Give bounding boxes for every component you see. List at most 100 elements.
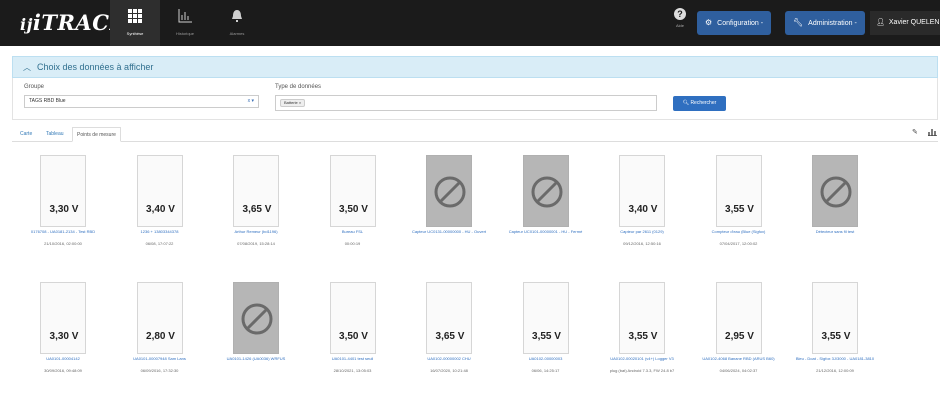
measurement-point-name[interactable]: Capteur UC0131-00000000 - HU - Ouvert [404,229,494,234]
measurement-point-name[interactable]: 1236 + 13803344378 [115,229,205,234]
nav-label: Alarmes [229,31,245,36]
configuration-menu-button[interactable]: ⚙ Configuration - [697,11,772,35]
data-selection-header[interactable]: ︿ Choix des données à afficher [12,56,938,78]
ban-icon [819,175,853,209]
measurement-point-name[interactable]: Bureau FSL [308,229,398,234]
measurement-point-name[interactable]: UA0101-00004142 [18,356,108,361]
battery-voltage: 3,55 V [725,204,754,215]
administration-menu-button[interactable]: 🔧︎ Administration - [785,11,865,35]
last-update-date: 21/12/2016, 12:00:09 [816,368,854,373]
sensor-thumbnail[interactable]: 2,80 V [136,282,183,354]
user-menu-button[interactable]: 👤︎ Xavier QUELEN [870,11,940,35]
measurement-point-name[interactable]: Arthur Remeur (bd1196) [211,229,301,234]
last-update-date: 30/09/2016, 09:48:09 [44,368,82,373]
ban-icon [530,175,564,209]
sensor-thumbnail[interactable]: 3,55 V [715,155,762,227]
view-tabs: Carte Tableau Points de mesure [12,124,938,142]
sensor-thumbnail[interactable]: 3,50 V [329,282,376,354]
data-type-select[interactable]: Batterie × [275,95,657,111]
sensor-thumbnail[interactable]: 3,55 V [812,282,858,354]
unavailable-thumbnail[interactable] [812,155,858,227]
nav-label: Synthèse [126,31,144,36]
help-button[interactable]: ? Aide [670,8,690,28]
chevron-up-icon: ︿ [23,63,31,72]
last-update-date: 00:00:19 [344,241,361,246]
battery-voltage: 3,30 V [49,331,79,342]
logo-prefix: ij [20,15,33,34]
grid-icon [110,9,160,27]
ban-icon [240,302,274,336]
sensor-thumbnail[interactable]: 3,55 V [522,282,569,354]
sensor-thumbnail[interactable]: 3,30 V [40,282,86,354]
last-update-date: 04/06/2024, 04:02:37 [719,368,758,373]
bar-chart-icon[interactable] [928,128,937,138]
battery-voltage: 3,65 V [242,204,272,215]
top-navbar: ijiTRACK Synthèse Historique Alarmes ? A… [0,0,940,46]
measurement-point-name[interactable]: Capteur par 2611 (0129) [597,229,687,234]
nav-item-historique[interactable]: Historique [160,0,210,46]
measurement-point-name[interactable]: UA0102-4068 Banane RBD (ARUS B60) [694,356,784,361]
question-icon: ? [674,8,686,20]
nav-item-synthese[interactable]: Synthèse [110,0,160,46]
last-update-date: 09/12/2016, 12:50:16 [623,241,661,246]
configuration-label: Configuration - [717,20,764,27]
measurement-point-name[interactable]: Compteur d'eau (Blue (Sigfox) [694,229,784,234]
sensor-thumbnail[interactable]: 3,65 V [233,155,279,227]
last-update-date: 28/10/2021, 13:05:03 [333,368,372,373]
ban-icon [433,175,467,209]
chart-icon [160,9,210,27]
group-select-controls[interactable]: x ▾ [248,96,254,107]
battery-voltage: 3,40 V [628,204,658,215]
battery-voltage: 2,80 V [146,331,175,342]
battery-voltage: 3,40 V [146,204,175,215]
last-update-date: 07/04/2017, 12:00:02 [719,241,758,246]
sensor-thumbnail[interactable]: 3,30 V [40,155,86,227]
battery-voltage: 3,65 V [435,331,465,342]
sensor-thumbnail[interactable]: 3,55 V [619,282,665,354]
tab-tableau[interactable]: Tableau [42,127,68,142]
battery-voltage: 2,95 V [725,331,754,342]
gear-icon: ⚙ [705,18,713,27]
panel-title: Choix des données à afficher [37,62,154,72]
battery-voltage: 3,50 V [339,204,368,215]
sensor-thumbnail[interactable]: 3,65 V [426,282,472,354]
measurement-point-name[interactable]: 0176708 - UA0181-2134 - Test RBD [18,229,108,234]
measurement-point-name[interactable]: UA0102-00000003 [501,356,591,361]
edit-icon[interactable]: ✎ [912,128,918,136]
measurement-point-name[interactable]: UA0101-4401 test seuil [308,356,398,361]
battery-voltage: 3,55 V [821,331,851,342]
battery-voltage: 3,50 V [339,331,368,342]
battery-voltage: 3,55 V [628,331,658,342]
data-type-chip[interactable]: Batterie × [280,99,306,107]
group-value: TAGS RBD Blue [29,98,66,104]
battery-voltage: 3,30 V [49,204,79,215]
sensor-thumbnail[interactable]: 2,95 V [715,282,762,354]
bell-icon [212,9,262,27]
measurement-point-name[interactable]: UA0101-00007948 Sam Lans [115,356,205,361]
tab-points-de-mesure[interactable]: Points de mesure [72,127,121,142]
user-icon: 👤︎ [876,19,885,26]
sensor-thumbnail[interactable]: 3,50 V [329,155,376,227]
last-update-date: 16/07/2020, 10:21:48 [430,368,468,373]
measurement-point-name[interactable]: Capteur UC0101-00000001 - HU - Fermé [501,229,591,234]
unavailable-thumbnail[interactable] [233,282,279,354]
search-button[interactable]: 🔍︎ Rechercher [673,96,726,111]
last-update-date: 06/06, 14:25:17 [531,368,560,373]
measurement-point-name[interactable]: Détecteur sans fil test [790,229,880,234]
measurement-point-name[interactable]: Bleu - Doat - Sigfox 3J/3000 - UA0181-38… [790,356,880,361]
sensor-thumbnail[interactable]: 3,40 V [619,155,665,227]
measurement-point-name[interactable]: UA0102-00000002 CHU [404,356,494,361]
nav-item-alarmes[interactable]: Alarmes [212,0,262,46]
user-name: Xavier QUELEN [888,19,940,26]
last-update-date: plug (bat) Android 7.3.3, FW 24.8 b7 [609,368,675,373]
nav-label: Historique [175,31,194,36]
last-update-date: 06/08, 17:07:22 [145,241,174,246]
group-select[interactable]: TAGS RBD Blue x ▾ [24,95,259,108]
tab-carte[interactable]: Carte [16,127,36,142]
unavailable-thumbnail[interactable] [522,155,569,227]
measurement-point-name[interactable]: UA0101-1426 (UA0036) WRFUS [211,356,301,361]
unavailable-thumbnail[interactable] [426,155,472,227]
help-label: Aide [675,23,684,28]
sensor-thumbnail[interactable]: 3,40 V [136,155,183,227]
measurement-point-name[interactable]: UA0102-00020101 (v4+) Logger V3 [597,356,687,361]
